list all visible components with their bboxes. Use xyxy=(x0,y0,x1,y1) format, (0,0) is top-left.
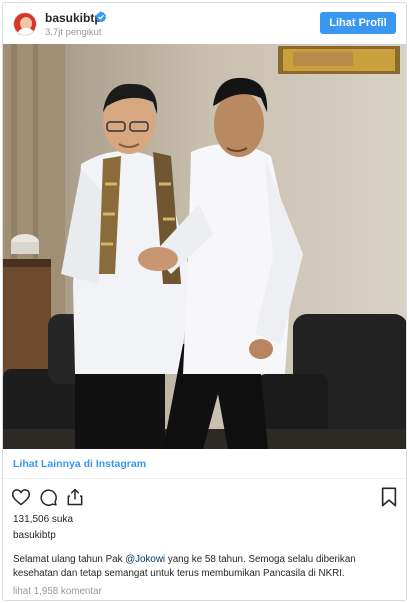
post-caption: Selamat ulang tahun Pak @Jokowi yang ke … xyxy=(13,553,399,581)
avatar[interactable] xyxy=(13,12,37,36)
heart-icon[interactable] xyxy=(11,487,31,507)
view-profile-button[interactable]: Lihat Profil xyxy=(320,12,396,34)
post-actions xyxy=(11,487,85,507)
share-icon[interactable] xyxy=(65,487,85,507)
username[interactable]: basukibtp xyxy=(45,11,102,25)
bookmark-icon[interactable] xyxy=(380,487,398,507)
comment-icon[interactable] xyxy=(38,487,58,507)
photo-illustration xyxy=(3,44,406,449)
post-header: basukibtp 3.7jt pengikut Lihat Profil xyxy=(3,3,406,45)
instagram-embed-card: basukibtp 3.7jt pengikut Lihat Profil Li… xyxy=(2,2,407,601)
caption-username[interactable]: basukibtp xyxy=(13,530,56,541)
follower-count: 3.7jt pengikut xyxy=(45,27,102,38)
caption-text-start: Selamat ulang tahun Pak xyxy=(13,554,126,565)
view-comments-link[interactable]: lihat 1,958 komentar xyxy=(13,586,102,597)
view-more-on-instagram-link[interactable]: Lihat Lainnya di Instagram xyxy=(3,449,406,479)
like-count[interactable]: 131,506 suka xyxy=(13,514,73,525)
mention-link[interactable]: @Jokowi xyxy=(125,554,165,565)
verified-badge-icon xyxy=(95,11,107,23)
post-photo[interactable] xyxy=(3,44,406,449)
avatar-shirt xyxy=(17,28,35,35)
